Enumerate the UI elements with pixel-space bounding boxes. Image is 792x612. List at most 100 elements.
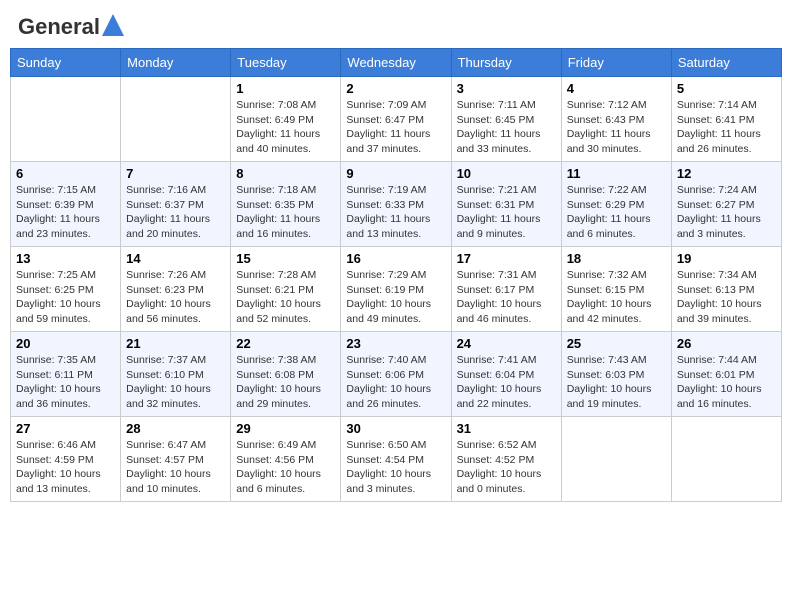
day-number: 30 [346,421,445,436]
calendar-cell [561,417,671,502]
calendar-week-row: 20 Sunrise: 7:35 AM Sunset: 6:11 PM Dayli… [11,332,782,417]
day-info: Sunrise: 7:15 AM Sunset: 6:39 PM Dayligh… [16,183,115,242]
day-info: Sunrise: 7:16 AM Sunset: 6:37 PM Dayligh… [126,183,225,242]
day-number: 14 [126,251,225,266]
day-info: Sunrise: 7:34 AM Sunset: 6:13 PM Dayligh… [677,268,776,327]
day-info: Sunrise: 7:21 AM Sunset: 6:31 PM Dayligh… [457,183,556,242]
weekday-header: Thursday [451,49,561,77]
day-info: Sunrise: 6:47 AM Sunset: 4:57 PM Dayligh… [126,438,225,497]
day-info: Sunrise: 7:41 AM Sunset: 6:04 PM Dayligh… [457,353,556,412]
calendar-cell: 19 Sunrise: 7:34 AM Sunset: 6:13 PM Dayli… [671,247,781,332]
day-number: 1 [236,81,335,96]
calendar-cell: 13Sunrise: 7:25 AM Sunset: 6:25 PM Dayli… [11,247,121,332]
day-number: 10 [457,166,556,181]
day-info: Sunrise: 7:22 AM Sunset: 6:29 PM Dayligh… [567,183,666,242]
calendar-cell: 18 Sunrise: 7:32 AM Sunset: 6:15 PM Dayli… [561,247,671,332]
day-number: 18 [567,251,666,266]
calendar-cell: 2Sunrise: 7:09 AM Sunset: 6:47 PM Daylig… [341,77,451,162]
day-info: Sunrise: 6:50 AM Sunset: 4:54 PM Dayligh… [346,438,445,497]
day-number: 19 [677,251,776,266]
calendar-cell: 29 Sunrise: 6:49 AM Sunset: 4:56 PM Dayli… [231,417,341,502]
calendar-cell: 14 Sunrise: 7:26 AM Sunset: 6:23 PM Dayli… [121,247,231,332]
day-number: 4 [567,81,666,96]
day-info: Sunrise: 7:44 AM Sunset: 6:01 PM Dayligh… [677,353,776,412]
day-number: 6 [16,166,115,181]
calendar-cell: 22 Sunrise: 7:38 AM Sunset: 6:08 PM Dayli… [231,332,341,417]
weekday-header: Monday [121,49,231,77]
day-info: Sunrise: 7:11 AM Sunset: 6:45 PM Dayligh… [457,98,556,157]
day-number: 17 [457,251,556,266]
calendar-cell: 8 Sunrise: 7:18 AM Sunset: 6:35 PM Daylig… [231,162,341,247]
calendar-week-row: 1 Sunrise: 7:08 AM Sunset: 6:49 PM Daylig… [11,77,782,162]
day-info: Sunrise: 7:24 AM Sunset: 6:27 PM Dayligh… [677,183,776,242]
page-header: General [10,10,782,40]
day-info: Sunrise: 7:14 AM Sunset: 6:41 PM Dayligh… [677,98,776,157]
calendar-cell: 30 Sunrise: 6:50 AM Sunset: 4:54 PM Dayli… [341,417,451,502]
day-number: 20 [16,336,115,351]
day-info: Sunrise: 7:32 AM Sunset: 6:15 PM Dayligh… [567,268,666,327]
weekday-header: Friday [561,49,671,77]
day-number: 23 [346,336,445,351]
day-number: 26 [677,336,776,351]
calendar-week-row: 13Sunrise: 7:25 AM Sunset: 6:25 PM Dayli… [11,247,782,332]
day-number: 28 [126,421,225,436]
day-number: 2 [346,81,445,96]
calendar-cell: 26 Sunrise: 7:44 AM Sunset: 6:01 PM Dayli… [671,332,781,417]
day-number: 22 [236,336,335,351]
day-info: Sunrise: 7:19 AM Sunset: 6:33 PM Dayligh… [346,183,445,242]
day-number: 29 [236,421,335,436]
day-info: Sunrise: 7:31 AM Sunset: 6:17 PM Dayligh… [457,268,556,327]
weekday-header: Wednesday [341,49,451,77]
calendar-cell: 5 Sunrise: 7:14 AM Sunset: 6:41 PM Daylig… [671,77,781,162]
day-number: 5 [677,81,776,96]
calendar-cell: 3 Sunrise: 7:11 AM Sunset: 6:45 PM Daylig… [451,77,561,162]
calendar-cell: 24 Sunrise: 7:41 AM Sunset: 6:04 PM Dayli… [451,332,561,417]
day-number: 12 [677,166,776,181]
day-info: Sunrise: 6:46 AM Sunset: 4:59 PM Dayligh… [16,438,115,497]
logo-general: General [18,14,100,40]
day-number: 9 [346,166,445,181]
calendar-cell: 1 Sunrise: 7:08 AM Sunset: 6:49 PM Daylig… [231,77,341,162]
day-number: 31 [457,421,556,436]
day-number: 7 [126,166,225,181]
calendar-cell: 16 Sunrise: 7:29 AM Sunset: 6:19 PM Dayli… [341,247,451,332]
day-info: Sunrise: 7:43 AM Sunset: 6:03 PM Dayligh… [567,353,666,412]
day-number: 25 [567,336,666,351]
day-info: Sunrise: 7:26 AM Sunset: 6:23 PM Dayligh… [126,268,225,327]
calendar-week-row: 6 Sunrise: 7:15 AM Sunset: 6:39 PM Daylig… [11,162,782,247]
day-number: 16 [346,251,445,266]
calendar-cell: 17 Sunrise: 7:31 AM Sunset: 6:17 PM Dayli… [451,247,561,332]
calendar-table: SundayMondayTuesdayWednesdayThursdayFrid… [10,48,782,502]
day-number: 15 [236,251,335,266]
day-info: Sunrise: 7:08 AM Sunset: 6:49 PM Dayligh… [236,98,335,157]
day-info: Sunrise: 6:52 AM Sunset: 4:52 PM Dayligh… [457,438,556,497]
day-number: 11 [567,166,666,181]
day-info: Sunrise: 7:29 AM Sunset: 6:19 PM Dayligh… [346,268,445,327]
day-info: Sunrise: 7:18 AM Sunset: 6:35 PM Dayligh… [236,183,335,242]
calendar-cell: 6 Sunrise: 7:15 AM Sunset: 6:39 PM Daylig… [11,162,121,247]
day-info: Sunrise: 7:35 AM Sunset: 6:11 PM Dayligh… [16,353,115,412]
day-info: Sunrise: 7:28 AM Sunset: 6:21 PM Dayligh… [236,268,335,327]
weekday-header: Tuesday [231,49,341,77]
day-number: 8 [236,166,335,181]
calendar-cell: 15 Sunrise: 7:28 AM Sunset: 6:21 PM Dayli… [231,247,341,332]
calendar-cell: 11 Sunrise: 7:22 AM Sunset: 6:29 PM Dayli… [561,162,671,247]
weekday-header: Sunday [11,49,121,77]
weekday-header: Saturday [671,49,781,77]
calendar-cell: 31 Sunrise: 6:52 AM Sunset: 4:52 PM Dayli… [451,417,561,502]
day-info: Sunrise: 7:38 AM Sunset: 6:08 PM Dayligh… [236,353,335,412]
day-number: 24 [457,336,556,351]
calendar-cell: 7 Sunrise: 7:16 AM Sunset: 6:37 PM Daylig… [121,162,231,247]
day-number: 3 [457,81,556,96]
logo-icon [102,14,124,36]
calendar-cell: 25 Sunrise: 7:43 AM Sunset: 6:03 PM Dayli… [561,332,671,417]
calendar-cell [11,77,121,162]
day-info: Sunrise: 7:25 AM Sunset: 6:25 PM Dayligh… [16,268,115,327]
calendar-week-row: 27Sunrise: 6:46 AM Sunset: 4:59 PM Dayli… [11,417,782,502]
weekday-header-row: SundayMondayTuesdayWednesdayThursdayFrid… [11,49,782,77]
calendar-cell: 20 Sunrise: 7:35 AM Sunset: 6:11 PM Dayli… [11,332,121,417]
calendar-cell: 21Sunrise: 7:37 AM Sunset: 6:10 PM Dayli… [121,332,231,417]
calendar-cell: 10 Sunrise: 7:21 AM Sunset: 6:31 PM Dayli… [451,162,561,247]
day-info: Sunrise: 6:49 AM Sunset: 4:56 PM Dayligh… [236,438,335,497]
day-info: Sunrise: 7:37 AM Sunset: 6:10 PM Dayligh… [126,353,225,412]
